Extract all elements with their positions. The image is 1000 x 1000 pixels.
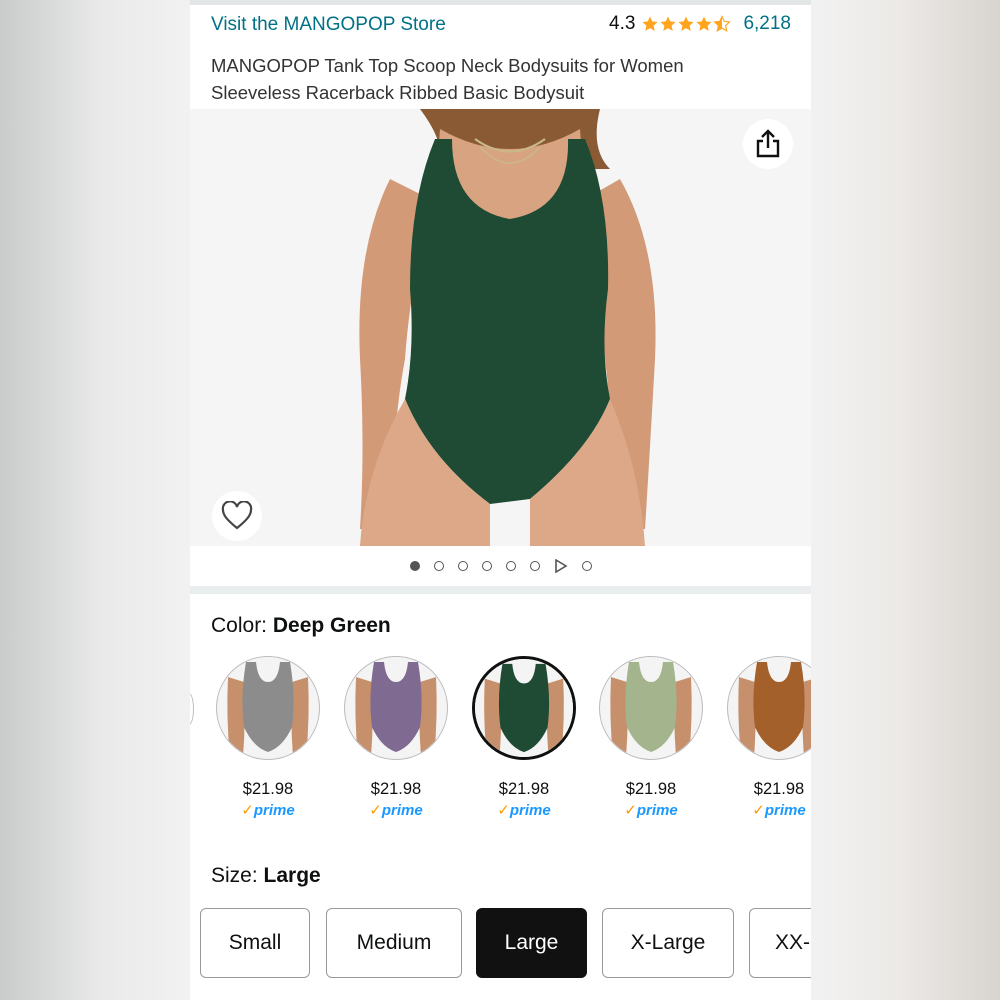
heart-icon — [221, 501, 253, 530]
product-image — [190, 109, 811, 546]
favorite-button[interactable] — [212, 491, 262, 541]
prime-check-icon: ✓ — [624, 802, 637, 819]
prime-badge: ✓prime — [624, 802, 678, 819]
color-swatch-deep-green[interactable]: $21.98 ✓prime — [469, 656, 579, 819]
swatch-image — [599, 656, 703, 760]
size-option-x-large[interactable]: X-Large — [602, 908, 734, 978]
prime-check-icon: ✓ — [752, 802, 765, 819]
color-swatch-brown[interactable]: $21.98 ✓prime — [724, 656, 811, 819]
star-icon — [696, 16, 712, 31]
share-button[interactable] — [743, 119, 793, 169]
swatch-price: $21.98 — [625, 780, 677, 798]
size-option-small[interactable]: Small — [200, 908, 310, 978]
prime-badge: ✓prime — [497, 802, 551, 819]
rating-summary[interactable]: 4.3 6,218 — [609, 13, 791, 35]
selected-size: Large — [263, 864, 321, 887]
store-link[interactable]: Visit the MANGOPOP Store — [211, 14, 446, 36]
star-icon — [642, 16, 658, 31]
prime-check-icon: ✓ — [497, 802, 510, 819]
gallery-pagination — [190, 556, 811, 576]
size-option-list[interactable]: Small Medium Large X-Large XX- — [190, 908, 811, 978]
size-label-prefix: Size: — [211, 864, 258, 887]
color-swatch-purple[interactable]: $21.98 ✓prime — [341, 656, 451, 819]
half-star-icon — [713, 15, 732, 32]
rating-count[interactable]: 6,218 — [743, 13, 791, 35]
swatch-price: $21.98 — [242, 780, 294, 798]
pagination-dot[interactable] — [505, 561, 516, 571]
pagination-dot[interactable] — [457, 561, 468, 571]
swatch-image — [344, 656, 448, 760]
swatch-price: $21.98 — [753, 780, 805, 798]
selected-color: Deep Green — [272, 614, 391, 637]
star-icon — [660, 16, 676, 31]
swatch-image — [472, 656, 576, 760]
product-page: Visit the MANGOPOP Store 4.3 6,218 MANGO… — [190, 0, 811, 1000]
pagination-dot-active[interactable] — [409, 561, 420, 571]
pagination-dot[interactable] — [433, 561, 444, 571]
previous-swatch-edge — [190, 693, 194, 725]
swatch-price: $21.98 — [498, 780, 550, 798]
pagination-dot[interactable] — [481, 561, 492, 571]
size-option-xx-large[interactable]: XX- — [749, 908, 811, 978]
swatch-price: $21.98 — [370, 780, 422, 798]
share-icon — [756, 129, 780, 158]
product-title: MANGOPOP Tank Top Scoop Neck Bodysuits f… — [211, 55, 684, 103]
top-bar — [190, 0, 811, 5]
section-divider — [190, 586, 811, 594]
pagination-dot[interactable] — [529, 561, 540, 571]
pagination-dot[interactable] — [581, 561, 592, 571]
prime-badge: ✓prime — [369, 802, 423, 819]
color-swatch-grey[interactable]: $21.98 ✓prime — [213, 656, 323, 819]
prime-badge: ✓prime — [752, 802, 806, 819]
swatch-image — [216, 656, 320, 760]
product-image-gallery[interactable] — [190, 109, 811, 546]
color-swatch-list[interactable]: $21.98 ✓prime $21.98 ✓prime $21.98 ✓prim… — [190, 656, 811, 836]
size-option-medium[interactable]: Medium — [326, 908, 462, 978]
swatch-image — [727, 656, 811, 760]
prime-check-icon: ✓ — [241, 802, 254, 819]
prime-badge: ✓prime — [241, 802, 295, 819]
size-option-large[interactable]: Large — [476, 908, 587, 978]
size-label: Size: Large — [211, 864, 321, 888]
color-label-prefix: Color: — [211, 614, 268, 637]
prime-check-icon: ✓ — [369, 802, 382, 819]
star-icon — [678, 16, 694, 31]
color-label: Color: Deep Green — [211, 614, 391, 638]
rating-value: 4.3 — [609, 13, 636, 34]
video-play-icon[interactable] — [554, 559, 568, 573]
color-swatch-sage[interactable]: $21.98 ✓prime — [596, 656, 706, 819]
star-rating — [641, 15, 732, 33]
